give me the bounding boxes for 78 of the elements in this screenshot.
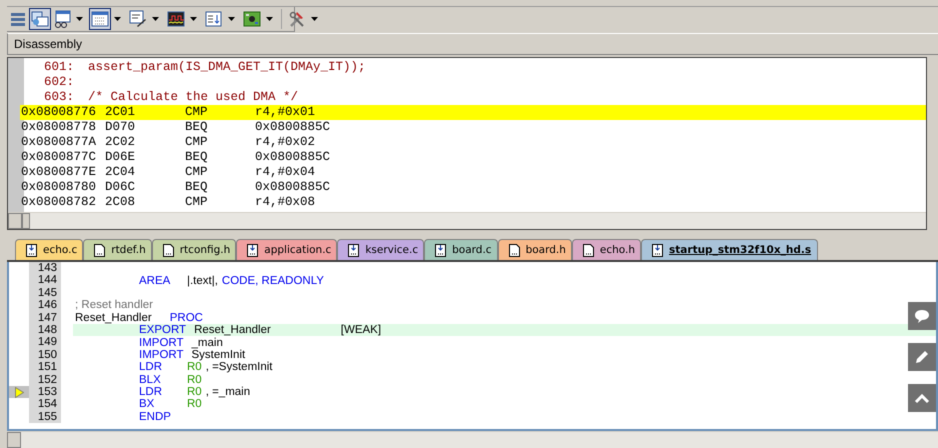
line-number: 144 [29,274,61,287]
windows-icon [31,10,49,28]
line-number: 149 [29,336,61,349]
line-number: 150 [29,348,61,362]
source-code-text: assert_param(IS_DMA_GET_IT(DMAy_IT)); [88,60,366,75]
code-operand: SystemInit [192,348,246,361]
toolbar-button[interactable] [89,8,111,30]
code-keyword: BLX [139,374,162,386]
line-number: 148 [29,324,61,336]
file-tab[interactable]: rtdef.h [83,239,152,260]
code-keyword: ENDP [139,410,172,423]
code-operand: CODE, READONLY [222,274,324,287]
source-line-number: 603: [44,90,76,105]
code-operand: , =_main [206,386,250,398]
code-operand: Reset_Handler [194,324,271,336]
code-label: Reset_Handler [75,312,152,324]
list-icon [10,11,26,27]
instruction-row[interactable]: 0x0800877C D06E BEQ 0x0800885C [20,150,926,165]
file-tab[interactable]: board.c [424,239,498,260]
file-icon [162,244,174,256]
code-keyword: PROC [170,312,203,324]
file-icon [94,244,106,256]
code-keyword: EXPORT [139,324,186,336]
toolbar-button[interactable] [127,8,149,30]
code-operand: R0 [187,374,202,386]
file-tab[interactable]: echo.h [572,239,642,260]
toolbar-button[interactable] [29,8,51,30]
file-tab[interactable]: echo.c [15,239,84,260]
line-number: 145 [29,286,61,300]
source-line-number: 601: [44,60,76,75]
file-tab[interactable]: board.h [498,239,572,260]
grid-window-icon [91,11,109,27]
code-operand: R0 [187,386,202,398]
file-tab[interactable]: startup_stm32f10x_hd.s [641,239,818,260]
line-number: 151 [29,361,61,374]
waveform-icon [167,11,185,27]
code-keyword: LDR [139,386,164,398]
code-operand: , =SystemInit [206,361,272,374]
line-number: 143 [29,262,61,274]
comment-icon[interactable] [908,302,936,330]
line-number: 154 [29,398,61,411]
code-keyword: AREA [139,274,172,287]
scroll-up-icon[interactable] [908,384,936,412]
horizontal-scrollbar[interactable] [7,431,938,448]
panel-title: Disassembly [14,37,82,51]
code-keyword: BX [139,398,156,410]
code-keyword: IMPORT [139,336,184,349]
code-keyword: LDR [139,361,164,374]
file-icon [508,244,520,256]
line-number: 147 [29,312,61,324]
pencil-icon[interactable] [908,343,936,371]
line-number: 155 [29,410,61,424]
code-label: ; Reset handler [75,299,153,312]
code-operand: |.text|, [187,274,218,287]
code-keyword: IMPORT [139,348,184,361]
file-tab[interactable]: rtconfig.h [152,239,236,260]
code-operand: _main [192,336,223,349]
line-number: 152 [29,374,61,386]
file-icon [582,244,594,256]
code-operand: R0 [187,398,202,410]
horizontal-scrollbar[interactable] [8,212,926,229]
instruction-row[interactable]: 0x08008782 2C08 CMP r4,#0x08 [20,195,926,210]
window-glasses-icon [53,10,71,28]
line-number: 153 [29,386,61,398]
instruction-row[interactable]: 0x08008780 D06C BEQ 0x0800885C [20,180,926,195]
instruction-row[interactable]: 0x0800877E 2C04 CMP r4,#0x04 [20,165,926,180]
source-code-text: /* Calculate the used DMA */ [88,90,298,105]
file-tab[interactable]: application.c [236,239,338,260]
file-tab[interactable]: kservice.c [337,239,424,260]
edit-window-icon [129,10,147,28]
instruction-row[interactable]: 0x08008778 D070 BEQ 0x0800885C [20,120,926,135]
instruction-row[interactable]: 0x08008776 2C01 CMP r4,#0x01 [20,105,926,120]
code-operand: R0 [187,361,202,374]
source-line-number: 602: [44,75,76,90]
circuit-board-icon [243,11,261,27]
line-number: 146 [29,299,61,312]
instruction-row[interactable]: 0x0800877A 2C02 CMP r4,#0x02 [20,135,926,150]
code-operand: [WEAK] [340,324,382,336]
